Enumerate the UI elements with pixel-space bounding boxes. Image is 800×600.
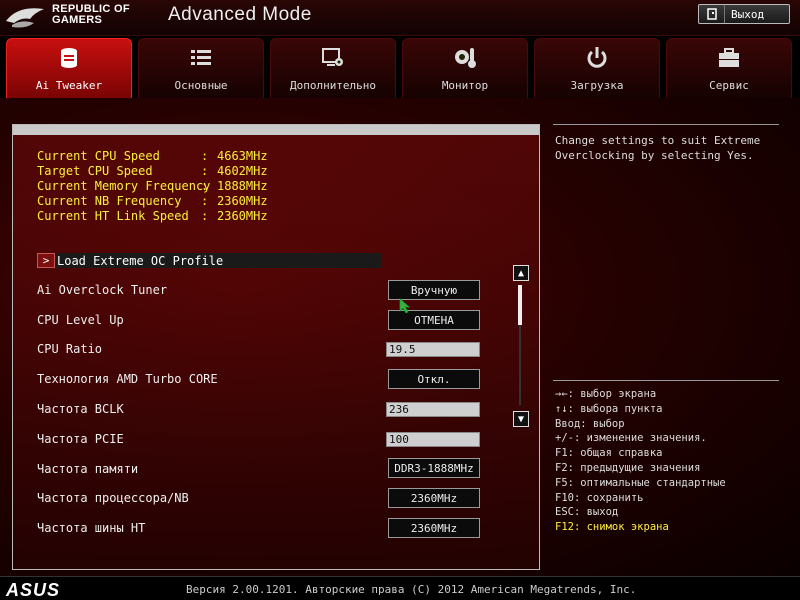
setting-label: Ai Overclock Tuner [37, 283, 168, 297]
advanced-settings-icon [322, 48, 343, 66]
setting-label: CPU Ratio [37, 342, 103, 356]
mode-title: Advanced Mode [168, 4, 312, 25]
key-hint: →←: выбор экрана [555, 388, 657, 400]
settings-panel: Current CPU Speed:4663MHz Target CPU Spe… [12, 124, 540, 570]
footer: ASUS Версия 2.00.1201. Авторские права (… [0, 576, 800, 600]
setting-label: Частота процессора/NB [37, 491, 189, 505]
mouse-cursor-icon [399, 298, 411, 314]
key-hint: F2: предыдущие значения [555, 461, 701, 474]
tab-bar: Ai Tweaker Основные Дополнительно Монито… [0, 38, 800, 98]
key-hint: +/-: изменение значения. [555, 432, 707, 445]
tab-label: Загрузка [570, 79, 624, 92]
setting-label: Частота BCLK [37, 402, 124, 416]
tab-label: Монитор [441, 79, 489, 92]
exit-button[interactable]: Выход [698, 4, 790, 24]
scroll-up-arrow-icon[interactable]: ▲ [513, 265, 529, 281]
help-line: Change settings to suit Extreme [555, 134, 761, 147]
tab-label: Ai Tweaker [35, 79, 103, 92]
key-hint: ↑↓: выбора пункта [555, 402, 663, 415]
tab-label: Основные [174, 79, 228, 92]
chevron-right-icon: > [37, 253, 55, 268]
key-hint: ESC: выход [555, 506, 619, 519]
setting-label: Частота шины HT [37, 521, 146, 535]
tab-ai-tweaker[interactable]: Ai Tweaker [6, 38, 132, 98]
version-text: Версия 2.00.1201. Авторские права (C) 20… [186, 583, 637, 596]
brand-line2: GAMERS [52, 14, 103, 26]
exit-door-icon [699, 5, 725, 23]
ai-overclock-tuner-dropdown[interactable]: Вручную [388, 280, 480, 300]
freq-row: Current CPU Speed:4663MHz [37, 149, 268, 163]
key-legend: →←: выбор экрана ↑↓: выбора пункта Ввод:… [553, 380, 779, 540]
panel-top-bar [13, 125, 539, 135]
cpu-nb-frequency-dropdown[interactable]: 2360MHz [388, 488, 480, 508]
settings-scrollbar[interactable]: ▲ ▼ [513, 265, 529, 427]
setting-label: CPU Level Up [37, 313, 124, 327]
asus-logo: ASUS [6, 580, 61, 600]
power-icon [587, 47, 607, 68]
scroll-thumb[interactable] [518, 285, 522, 325]
freq-row: Target CPU Speed:4602MHz [37, 164, 268, 178]
toolbox-icon [719, 48, 739, 67]
tab-main[interactable]: Основные [138, 38, 264, 98]
key-hint: F5: оптимальные стандартные [555, 476, 726, 489]
key-hint: Ввод: выбор [555, 417, 625, 430]
cylinder-icon [61, 48, 77, 68]
gear-thermometer-icon [455, 48, 476, 68]
key-hint: F10: сохранить [555, 491, 644, 504]
load-extreme-oc-profile[interactable]: > Load Extreme OC Profile [37, 253, 381, 268]
tab-label: Сервис [709, 79, 749, 92]
key-hint-screenshot: F12: снимок экрана [555, 521, 669, 534]
scroll-down-arrow-icon[interactable]: ▼ [513, 411, 529, 427]
bclk-frequency-field[interactable]: 236 [386, 402, 480, 417]
tab-advanced[interactable]: Дополнительно [270, 38, 396, 98]
tab-monitor[interactable]: Монитор [402, 38, 528, 98]
setting-label: Частота PCIE [37, 432, 124, 446]
memory-frequency-dropdown[interactable]: DDR3-1888MHz [388, 458, 480, 478]
load-oc-label: Load Extreme OC Profile [57, 253, 224, 268]
amd-turbo-core-dropdown[interactable]: Откл. [388, 369, 480, 389]
freq-row: Current Memory Frequency: 1888MHz [37, 179, 268, 193]
list-icon [191, 50, 211, 65]
rog-eye-logo-icon [6, 8, 44, 28]
cpu-ratio-field[interactable]: 19.5 [386, 342, 480, 357]
help-description: Change settings to suit Extreme Overcloc… [553, 124, 779, 380]
freq-row: Current HT Link Speed:2360MHz [37, 209, 268, 223]
freq-row: Current NB Frequency:2360MHz [37, 194, 268, 208]
top-header: REPUBLIC OF GAMERS Advanced Mode Выход [0, 0, 800, 36]
help-line: Overclocking by selecting Yes. [555, 149, 754, 162]
brand-text: REPUBLIC OF GAMERS [52, 4, 130, 26]
exit-label: Выход [731, 7, 765, 21]
tab-tools[interactable]: Сервис [666, 38, 792, 98]
ht-bus-frequency-dropdown[interactable]: 2360MHz [388, 518, 480, 538]
key-hint: F1: общая справка [555, 447, 663, 460]
setting-label: Технология AMD Turbo CORE [37, 372, 218, 386]
setting-label: Частота памяти [37, 462, 139, 476]
tab-boot[interactable]: Загрузка [534, 38, 660, 98]
tab-label: Дополнительно [289, 79, 377, 92]
pcie-frequency-field[interactable]: 100 [386, 432, 480, 447]
